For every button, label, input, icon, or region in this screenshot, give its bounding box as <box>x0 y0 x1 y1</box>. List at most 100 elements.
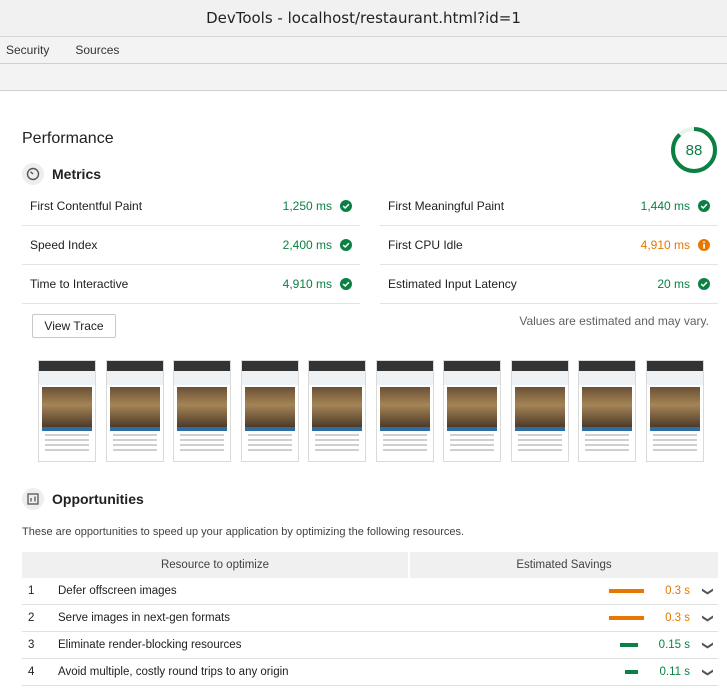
filmstrip-frame <box>105 360 164 462</box>
frame-line <box>382 434 427 436</box>
tab-sources[interactable]: Sources <box>69 43 125 57</box>
check-circle-icon <box>340 239 352 251</box>
row-savings: 0.15 s <box>658 639 690 651</box>
frame-line <box>112 444 157 446</box>
metric-first-meaningful-paint: First Meaningful Paint 1,440 ms <box>380 187 718 226</box>
frame-header <box>511 361 568 371</box>
audits-toolbar <box>0 64 727 91</box>
row-savings: 0.11 s <box>659 666 690 678</box>
metric-value: 1,250 ms <box>282 199 332 213</box>
frame-bar <box>312 427 362 431</box>
frame-title-area <box>39 371 95 385</box>
opportunity-row[interactable]: 1 Defer offscreen images 0.3 s ❯ <box>22 578 718 605</box>
frame-line <box>382 449 427 451</box>
frame-line <box>450 444 494 446</box>
frame-line <box>247 449 292 451</box>
frame-bar <box>42 427 92 431</box>
opportunities-heading: Opportunities <box>52 491 144 507</box>
check-circle-icon <box>698 200 710 212</box>
frame-line <box>517 444 562 446</box>
row-savings: 0.3 s <box>665 585 690 597</box>
metric-first-contentful-paint: First Contentful Paint 1,250 ms <box>22 187 360 226</box>
frame-line <box>585 439 629 441</box>
savings-bar <box>620 643 638 647</box>
opportunities-icon <box>22 488 44 510</box>
header-savings: Estimated Savings <box>410 552 718 578</box>
metric-name: Time to Interactive <box>30 277 129 291</box>
frame-bar <box>379 427 430 431</box>
estimate-note: Values are estimated and may vary. <box>519 314 709 328</box>
metric-name: Speed Index <box>30 238 98 252</box>
view-trace-button[interactable]: View Trace <box>32 314 116 338</box>
metric-value: 4,910 ms <box>640 238 690 252</box>
metric-value: 1,440 ms <box>640 199 690 213</box>
frame-title-area <box>106 371 163 385</box>
chevron-down-icon[interactable]: ❯ <box>702 662 715 682</box>
filmstrip-frame <box>173 360 231 462</box>
frame-line <box>112 449 157 451</box>
frame-bar <box>649 427 700 431</box>
frame-header <box>39 361 95 371</box>
row-number: 2 <box>28 612 35 624</box>
frame-line <box>180 439 224 441</box>
frame-line <box>247 434 292 436</box>
frame-bar <box>514 427 565 431</box>
row-title: Defer offscreen images <box>58 585 177 597</box>
opportunities-table: Resource to optimize Estimated Savings 1… <box>22 552 718 686</box>
savings-bar <box>609 589 644 593</box>
frame-line <box>585 449 629 451</box>
frame-line <box>450 449 494 451</box>
filmstrip-frame <box>443 360 501 462</box>
metric-time-to-interactive: Time to Interactive 4,910 ms <box>22 265 360 304</box>
frame-bar <box>244 427 295 431</box>
frame-line <box>45 439 89 441</box>
filmstrip-frame <box>375 360 434 462</box>
opportunities-header: Opportunities <box>22 488 144 510</box>
frame-line <box>652 434 697 436</box>
frame-line <box>112 439 157 441</box>
frame-line <box>45 444 89 446</box>
frame-title-area <box>646 371 703 385</box>
chevron-down-icon[interactable]: ❯ <box>702 581 715 601</box>
frame-photo <box>582 387 632 427</box>
chevron-down-icon[interactable]: ❯ <box>702 608 715 628</box>
opportunity-row[interactable]: 4 Avoid multiple, costly round trips to … <box>22 659 718 686</box>
filmstrip-frame <box>240 360 299 462</box>
frame-title-area <box>241 371 298 385</box>
metric-first-cpu-idle: First CPU Idle 4,910 ms <box>380 226 718 265</box>
frame-line <box>180 449 224 451</box>
frame-header <box>106 361 163 371</box>
check-circle-icon <box>698 278 710 290</box>
frame-photo <box>649 387 700 427</box>
frame-title-area <box>579 371 635 385</box>
frame-line <box>180 434 224 436</box>
audit-report: Performance 88 Metrics First Contentful … <box>0 92 727 698</box>
opportunity-row[interactable]: 2 Serve images in next-gen formats 0.3 s… <box>22 605 718 632</box>
frame-line <box>652 444 697 446</box>
metric-name: Estimated Input Latency <box>388 277 517 291</box>
frame-photo <box>109 387 160 427</box>
window-title: DevTools - localhost/restaurant.html?id=… <box>206 9 521 27</box>
frame-photo <box>379 387 430 427</box>
frame-line <box>450 439 494 441</box>
tab-security[interactable]: Security <box>0 43 55 57</box>
frame-header <box>241 361 298 371</box>
check-circle-icon <box>340 200 352 212</box>
frame-header <box>579 361 635 371</box>
frame-line <box>382 444 427 446</box>
frame-bar <box>109 427 160 431</box>
frame-line <box>45 434 89 436</box>
row-title: Avoid multiple, costly round trips to an… <box>58 666 289 678</box>
frame-line <box>315 444 359 446</box>
row-title: Serve images in next-gen formats <box>58 612 230 624</box>
savings-bar <box>609 616 644 620</box>
frame-title-area <box>511 371 568 385</box>
frame-bar <box>582 427 632 431</box>
chevron-down-icon[interactable]: ❯ <box>702 635 715 655</box>
frame-title-area <box>309 371 365 385</box>
frame-photo <box>177 387 227 427</box>
opportunity-row[interactable]: 3 Eliminate render-blocking resources 0.… <box>22 632 718 659</box>
frame-title-area <box>376 371 433 385</box>
metric-speed-index: Speed Index 2,400 ms <box>22 226 360 265</box>
filmstrip-frame <box>578 360 636 462</box>
